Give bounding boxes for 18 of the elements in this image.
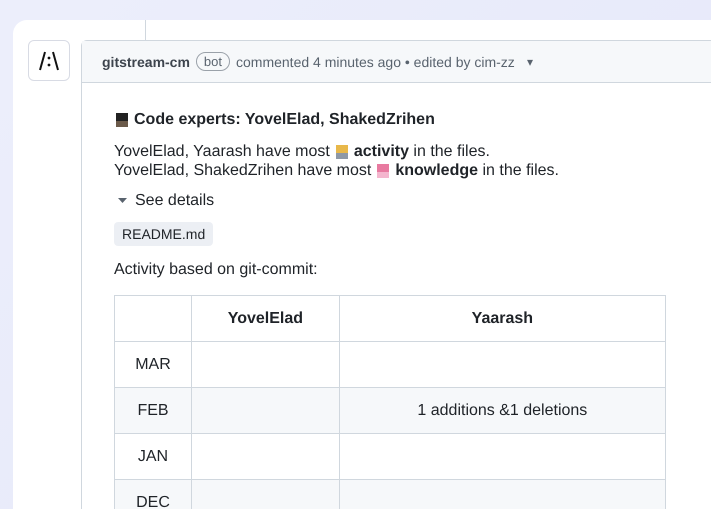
table-cell: FEB (114, 388, 192, 434)
summary-text: activity in the files. (354, 142, 490, 161)
file-name: README.md (114, 222, 214, 246)
summary-text: YovelElad, Yaarash have most (114, 142, 330, 161)
table-cell: JAN (114, 434, 192, 480)
bot-label: bot (196, 52, 230, 71)
comment-heading: Code experts: YovelElad, ShakedZrihen (134, 111, 435, 129)
comment-meta: commented 4 minutes ago • edited by cim-zz (236, 54, 515, 70)
table-cell: DEC (114, 480, 192, 509)
details-toggle[interactable]: See details (118, 192, 711, 210)
table-caption: Activity based on git-commit: (114, 261, 319, 279)
column-header: Yaarash (339, 296, 666, 342)
summary-text: YovelElad, ShakedZrihen have most (114, 161, 372, 180)
table-cell: MAR (114, 342, 192, 388)
summary-text: knowledge in the files. (395, 161, 559, 180)
edit-history-caret[interactable]: ▾ (526, 54, 533, 68)
author-name[interactable]: gitstream-cm (102, 54, 190, 70)
table-cell: 1 additions &1 deletions (339, 388, 666, 434)
